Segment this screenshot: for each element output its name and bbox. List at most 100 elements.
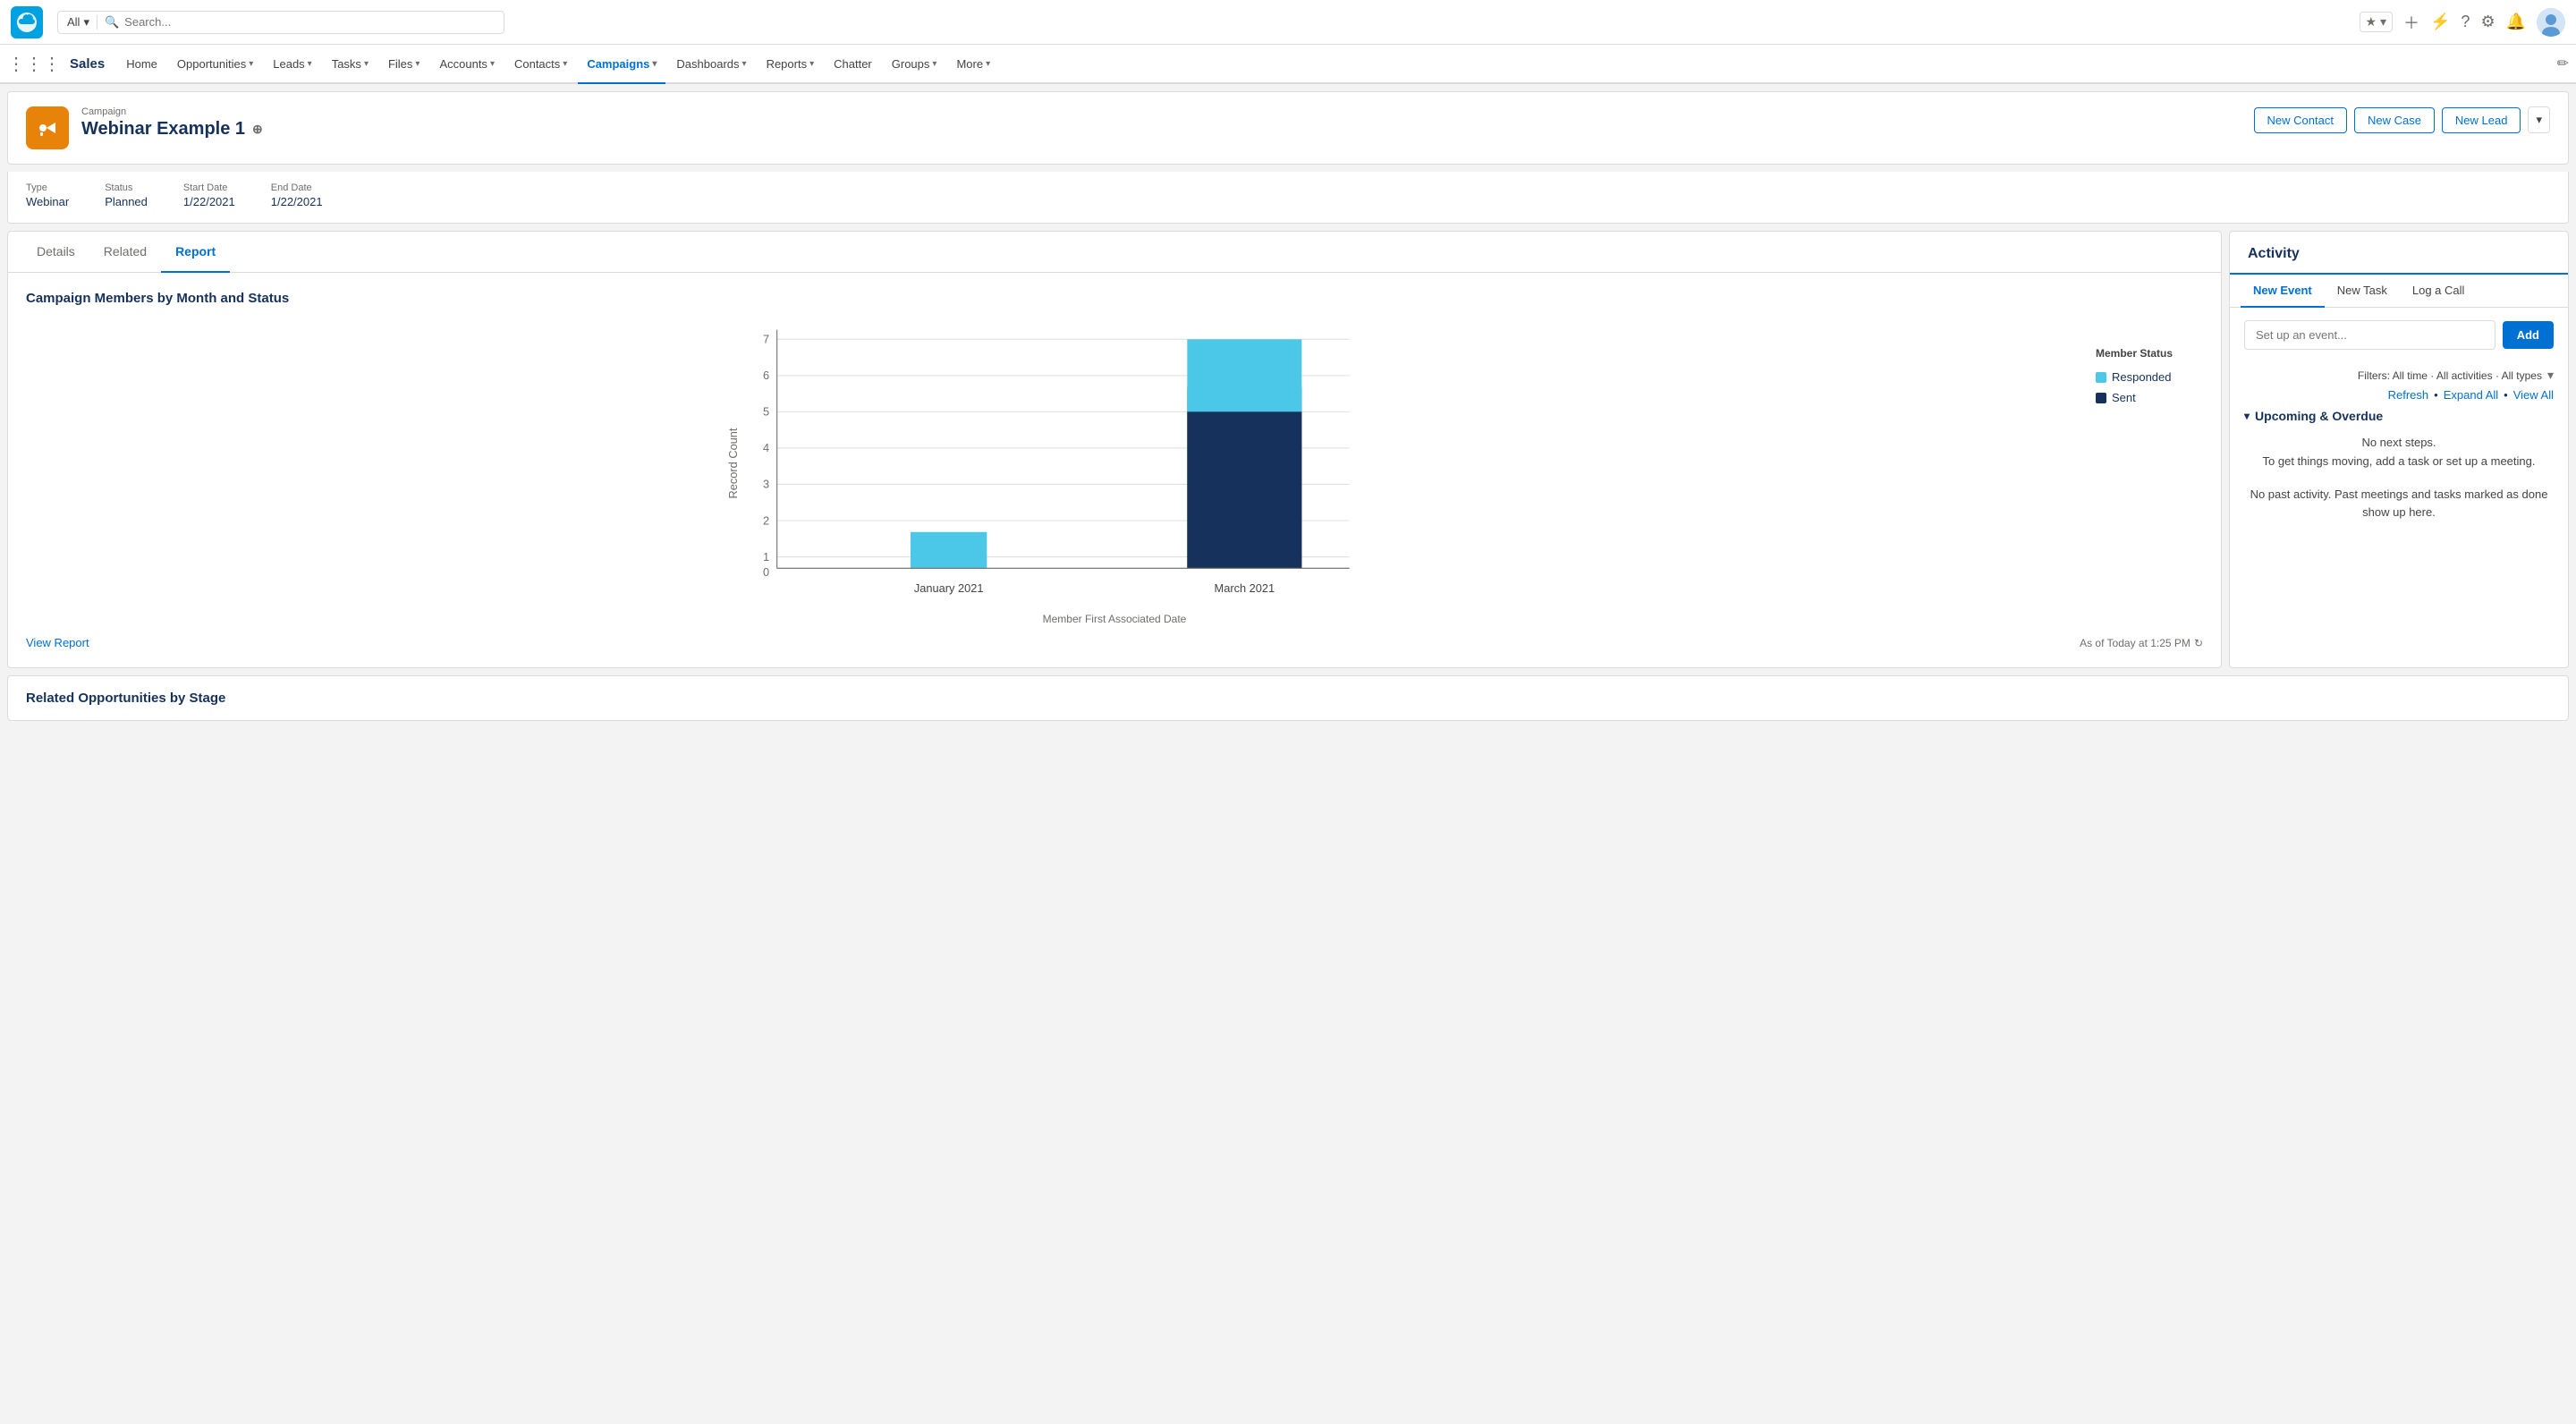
tab-details[interactable]: Details xyxy=(22,232,89,273)
nav-item-groups[interactable]: Groups ▾ xyxy=(883,45,946,84)
chart-container: 7 6 5 4 3 2 1 0 Record Count xyxy=(26,320,2203,609)
refresh-link[interactable]: Refresh xyxy=(2388,388,2429,402)
nav-item-files[interactable]: Files ▾ xyxy=(379,45,428,84)
new-lead-button[interactable]: New Lead xyxy=(2442,107,2521,133)
nav-item-campaigns[interactable]: Campaigns ▾ xyxy=(578,45,665,84)
left-panel: Details Related Report Campaign Members … xyxy=(7,231,2222,668)
nav-item-reports[interactable]: Reports ▾ xyxy=(758,45,824,84)
bar-mar-sent-bottom xyxy=(1187,411,1301,568)
upcoming-header[interactable]: ▾ Upcoming & Overdue xyxy=(2244,409,2554,423)
new-case-button[interactable]: New Case xyxy=(2354,107,2435,133)
avatar[interactable] xyxy=(2537,8,2565,37)
new-contact-button[interactable]: New Contact xyxy=(2254,107,2347,133)
no-steps-section: No next steps. To get things moving, add… xyxy=(2244,434,2554,471)
settings-icon[interactable]: ⚙ xyxy=(2480,13,2495,31)
svg-text:0: 0 xyxy=(763,565,769,579)
nav-item-leads[interactable]: Leads ▾ xyxy=(264,45,320,84)
salesforce-logo[interactable] xyxy=(11,6,43,38)
main-content: Details Related Report Campaign Members … xyxy=(7,231,2569,668)
view-report-link[interactable]: View Report xyxy=(26,636,89,649)
activity-header: Activity xyxy=(2230,232,2568,275)
no-steps-text: No next steps. xyxy=(2244,434,2554,453)
links-row: Refresh • Expand All • View All xyxy=(2230,388,2568,409)
hierarchy-icon[interactable]: ⊕ xyxy=(252,122,263,137)
search-input[interactable] xyxy=(124,15,495,29)
type-value: Webinar xyxy=(26,195,69,208)
notification-icon[interactable]: 🔔 xyxy=(2506,13,2526,31)
reports-chevron-icon: ▾ xyxy=(809,59,814,69)
refresh-icon[interactable]: ↻ xyxy=(2194,637,2203,649)
chart-section: Campaign Members by Month and Status xyxy=(8,273,2221,667)
status-value: Planned xyxy=(105,195,148,208)
nav-label-tasks: Tasks xyxy=(332,57,361,71)
bar-jan-responded xyxy=(911,532,987,569)
record-type-label: Campaign xyxy=(81,106,2254,117)
start-date-label: Start Date xyxy=(183,182,235,193)
filters-text: Filters: All time · All activities · All… xyxy=(2358,369,2542,382)
svg-text:3: 3 xyxy=(763,478,769,491)
end-date-label: End Date xyxy=(271,182,323,193)
nav-item-tasks[interactable]: Tasks ▾ xyxy=(323,45,377,84)
nav-item-opportunities[interactable]: Opportunities ▾ xyxy=(168,45,262,84)
status-label: Status xyxy=(105,182,148,193)
search-scope[interactable]: All ▾ xyxy=(67,15,97,30)
svg-text:6: 6 xyxy=(763,369,769,382)
help-icon[interactable]: ? xyxy=(2461,13,2470,31)
nav-item-contacts[interactable]: Contacts ▾ xyxy=(505,45,576,84)
apps-grid-icon[interactable]: ⋮⋮⋮ xyxy=(7,53,61,75)
activity-tabs: New Event New Task Log a Call xyxy=(2230,275,2568,308)
tasks-chevron-icon: ▾ xyxy=(364,59,369,69)
act-tab-new-task-label: New Task xyxy=(2337,284,2387,297)
nav-label-opportunities: Opportunities xyxy=(177,57,246,71)
tab-bar: Details Related Report xyxy=(8,232,2221,273)
favorites-icon[interactable]: ★ ▾ xyxy=(2360,12,2393,32)
more-actions-dropdown[interactable]: ▾ xyxy=(2528,106,2550,133)
edit-nav-icon[interactable]: ✏ xyxy=(2557,55,2569,72)
app-name-label: Sales xyxy=(70,56,105,72)
nav-bar: ⋮⋮⋮ Sales Home Opportunities ▾ Leads ▾ T… xyxy=(0,45,2576,84)
svg-text:7: 7 xyxy=(763,333,769,346)
expand-all-link[interactable]: Expand All xyxy=(2444,388,2498,402)
top-bar: All ▾ 🔍 ★ ▾ ＋ ⚡ ? ⚙ 🔔 xyxy=(0,0,2576,45)
nav-item-more[interactable]: More ▾ xyxy=(947,45,999,84)
add-icon[interactable]: ＋ xyxy=(2403,11,2419,34)
nav-label-groups: Groups xyxy=(892,57,930,71)
act-tab-new-task[interactable]: New Task xyxy=(2325,275,2400,308)
tab-related[interactable]: Related xyxy=(89,232,161,273)
act-tab-new-event[interactable]: New Event xyxy=(2241,275,2325,308)
add-button[interactable]: Add xyxy=(2503,321,2554,349)
record-title-text: Webinar Example 1 xyxy=(81,119,245,140)
nav-label-home: Home xyxy=(126,57,157,71)
nav-item-dashboards[interactable]: Dashboards ▾ xyxy=(667,45,755,84)
separator-1: • xyxy=(2434,388,2438,402)
groups-chevron-icon: ▾ xyxy=(932,59,936,69)
record-actions: New Contact New Case New Lead ▾ xyxy=(2254,106,2550,133)
search-scope-label: All xyxy=(67,15,80,29)
event-input[interactable] xyxy=(2244,320,2496,350)
record-title: Webinar Example 1 ⊕ xyxy=(81,119,2254,140)
svg-text:2: 2 xyxy=(763,513,769,527)
nav-item-home[interactable]: Home xyxy=(117,45,166,84)
upcoming-chevron-icon: ▾ xyxy=(2244,410,2250,422)
act-tab-log-call[interactable]: Log a Call xyxy=(2400,275,2478,308)
search-bar[interactable]: All ▾ 🔍 xyxy=(57,11,504,34)
search-icon: 🔍 xyxy=(105,15,119,30)
nav-label-campaigns: Campaigns xyxy=(587,57,649,71)
record-header: Campaign Webinar Example 1 ⊕ New Contact… xyxy=(7,91,2569,165)
legend-responded-label: Responded xyxy=(2112,370,2172,384)
filters-row: Filters: All time · All activities · All… xyxy=(2230,362,2568,388)
legend-responded-dot xyxy=(2096,372,2106,383)
nav-item-accounts[interactable]: Accounts ▾ xyxy=(430,45,504,84)
chart-footer: View Report As of Today at 1:25 PM ↻ xyxy=(26,636,2203,649)
legend-sent-dot xyxy=(2096,393,2106,403)
legend-title: Member Status xyxy=(2096,347,2203,360)
act-tab-new-event-label: New Event xyxy=(2253,284,2312,297)
view-all-link[interactable]: View All xyxy=(2513,388,2554,402)
nav-item-chatter[interactable]: Chatter xyxy=(825,45,881,84)
tab-report[interactable]: Report xyxy=(161,232,230,273)
filter-icon[interactable]: ▾ xyxy=(2547,368,2554,383)
record-meta: Campaign Webinar Example 1 ⊕ xyxy=(81,106,2254,140)
event-input-row: Add xyxy=(2230,308,2568,362)
no-steps-sub-text: To get things moving, add a task or set … xyxy=(2244,453,2554,471)
lightning-icon[interactable]: ⚡ xyxy=(2430,13,2450,31)
